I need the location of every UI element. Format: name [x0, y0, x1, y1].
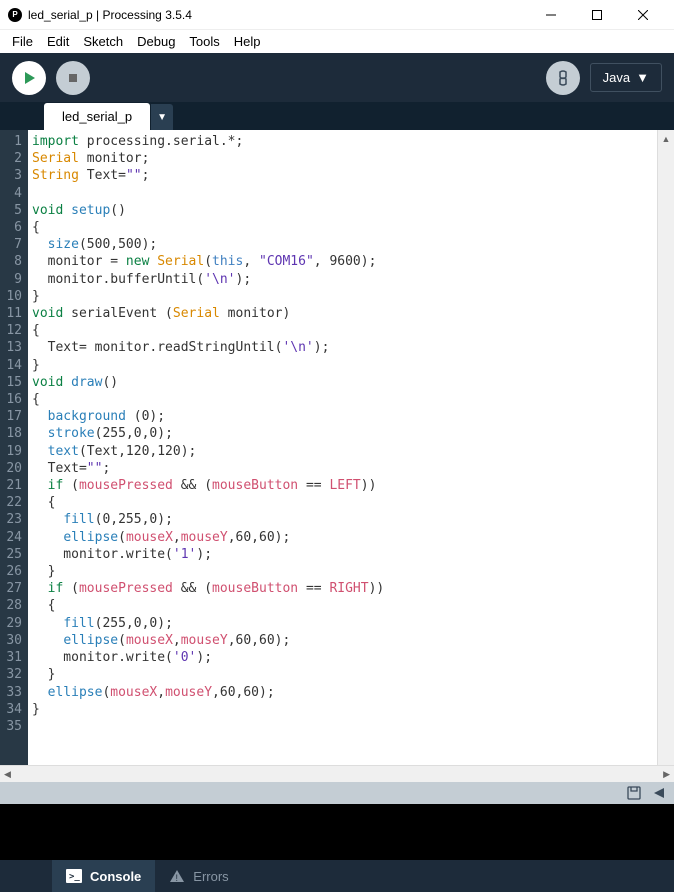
errors-tab-label: Errors [193, 869, 228, 884]
app-icon: P [8, 8, 22, 22]
bottom-tab-bar: >_ Console ! Errors [0, 860, 674, 892]
run-button[interactable] [12, 61, 46, 95]
mode-selector[interactable]: Java ▼ [590, 63, 662, 92]
console-output[interactable] [0, 804, 674, 860]
menu-bar: File Edit Sketch Debug Tools Help [0, 30, 674, 53]
tab-dropdown-button[interactable]: ▼ [151, 104, 173, 130]
menu-edit[interactable]: Edit [41, 32, 75, 51]
close-button[interactable] [620, 0, 666, 30]
menu-debug[interactable]: Debug [131, 32, 181, 51]
code-editor[interactable]: 1234567891011121314151617181920212223242… [0, 130, 674, 765]
console-tab[interactable]: >_ Console [52, 860, 155, 892]
console-tab-label: Console [90, 869, 141, 884]
console-icon: >_ [66, 869, 82, 883]
errors-tab[interactable]: ! Errors [155, 860, 242, 892]
menu-sketch[interactable]: Sketch [77, 32, 129, 51]
svg-text:>_: >_ [69, 872, 80, 882]
scroll-left-arrow[interactable]: ◀ [4, 769, 11, 780]
tab-bar: led_serial_p ▼ [0, 102, 674, 130]
chevron-down-icon: ▼ [636, 70, 649, 85]
collapse-icon[interactable] [652, 786, 666, 800]
menu-tools[interactable]: Tools [183, 32, 225, 51]
mode-label: Java [603, 70, 630, 85]
maximize-button[interactable] [574, 0, 620, 30]
code-area[interactable]: import processing.serial.*;Serial monito… [28, 130, 657, 765]
scroll-right-arrow[interactable]: ▶ [663, 769, 670, 780]
minimize-button[interactable] [528, 0, 574, 30]
stop-button[interactable] [56, 61, 90, 95]
status-bar [0, 782, 674, 804]
save-indicator-icon[interactable] [626, 785, 642, 801]
menu-file[interactable]: File [6, 32, 39, 51]
scroll-up-arrow[interactable]: ▲ [658, 130, 674, 147]
line-number-gutter: 1234567891011121314151617181920212223242… [0, 130, 28, 765]
debug-icon-button[interactable] [546, 61, 580, 95]
horizontal-scrollbar[interactable]: ◀ ▶ [0, 765, 674, 782]
sketch-tab[interactable]: led_serial_p [44, 103, 150, 130]
warning-icon: ! [169, 869, 185, 883]
svg-text:!: ! [176, 873, 179, 883]
toolbar: Java ▼ [0, 53, 674, 102]
title-bar: P led_serial_p | Processing 3.5.4 [0, 0, 674, 30]
menu-help[interactable]: Help [228, 32, 267, 51]
vertical-scrollbar[interactable]: ▲ [657, 130, 674, 765]
window-title: led_serial_p | Processing 3.5.4 [28, 8, 528, 22]
